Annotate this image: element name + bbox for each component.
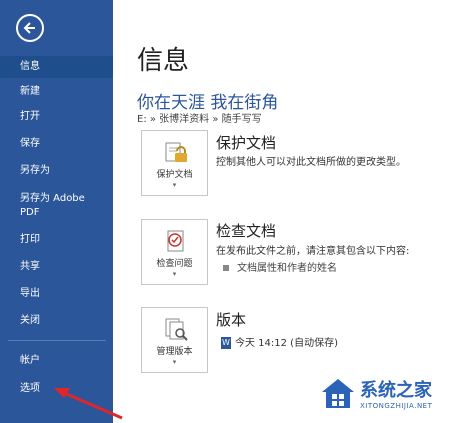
back-button[interactable] [16,14,44,42]
protect-document-button[interactable]: 保护文档 ▾ [141,130,208,196]
sidebar-item-close[interactable]: 关闭 [0,314,113,328]
word-document-icon: W [221,337,231,349]
sidebar-item-options[interactable]: 选项 [0,382,113,396]
chevron-down-icon: ▾ [172,270,177,278]
back-arrow-icon [23,22,35,34]
check-for-issues-button[interactable]: 检查问题 ▾ [141,219,208,285]
info-panel: 信息 你在天涯 我在街角 E: » 张博洋资料 » 随手写写 保护文档 ▾ 保护… [113,0,473,423]
manage-versions-button[interactable]: 管理版本 ▾ [141,307,208,373]
sidebar-item-label: 另存为 Adobe [20,193,85,204]
manage-versions-icon [165,318,188,341]
section-description: 在发布此文件之前，请注意其包含以下内容: [216,246,410,257]
sidebar-divider [8,340,106,341]
section-title: 保护文档 [216,134,277,152]
sidebar-item-save[interactable]: 保存 [0,137,113,151]
sidebar-item-open[interactable]: 打开 [0,110,113,124]
bullet-icon [223,265,229,271]
chevron-down-icon: ▾ [172,358,177,366]
sidebar-item-info[interactable]: 信息 [0,56,113,78]
inspect-document-icon [167,230,184,252]
lock-key-icon [165,142,187,162]
sidebar-item-new[interactable]: 新建 [0,85,113,99]
tile-label: 管理版本 [156,347,193,357]
sidebar-item-save-as[interactable]: 另存为 [0,164,113,178]
backstage-sidebar: 信息 新建 打开 保存 另存为 另存为 Adobe PDF 打印 共享 导出 关… [0,0,113,423]
sidebar-item-export[interactable]: 导出 [0,287,113,301]
section-title: 版本 [216,311,247,329]
watermark-subtitle: XITONGZHIJIA.NET [360,402,433,410]
version-entry[interactable]: W 今天 14:12 (自动保存) [221,334,338,349]
tile-label: 保护文档 [156,170,193,180]
sidebar-item-label: PDF [20,207,40,218]
chevron-down-icon: ▾ [172,181,177,189]
page-title: 信息 [137,46,190,76]
sidebar-item-save-as-pdf[interactable]: 另存为 Adobe PDF [0,192,113,220]
tile-label: 检查问题 [156,259,193,269]
section-title: 检查文档 [216,222,277,240]
list-item: 文档属性和作者的姓名 [223,259,337,274]
document-path: E: » 张博洋资料 » 随手写写 [137,114,262,125]
house-logo-icon [322,379,354,408]
watermark-title: 系统之家 [360,380,432,401]
section-description: 控制其他人可以对此文档所做的更改类型。 [216,157,406,168]
sidebar-item-share[interactable]: 共享 [0,260,113,274]
bullet-text: 文档属性和作者的姓名 [237,263,337,274]
sidebar-item-print[interactable]: 打印 [0,233,113,247]
site-watermark: 系统之家 XITONGZHIJIA.NET [318,372,468,418]
version-label: 今天 14:12 (自动保存) [235,338,338,349]
sidebar-item-account[interactable]: 帐户 [0,354,113,368]
